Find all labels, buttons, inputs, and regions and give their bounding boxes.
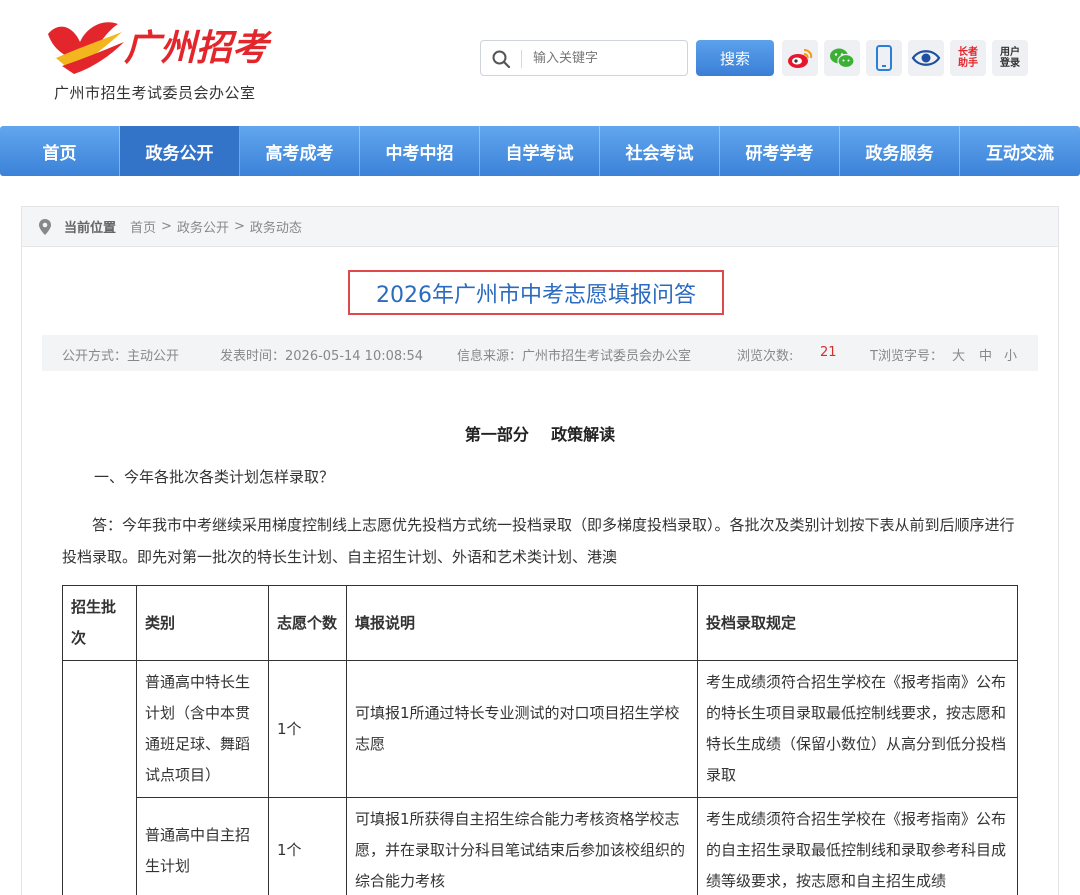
logo-text: 广州招考 xyxy=(124,27,272,69)
nav-item-4[interactable]: 自学考试 xyxy=(480,126,600,176)
user-login-button[interactable]: 用户登录 xyxy=(992,40,1028,76)
font-large-button[interactable]: 大 xyxy=(952,345,965,364)
search-separator xyxy=(521,50,522,68)
table-header-cell: 投档录取规定 xyxy=(697,585,1018,661)
eye-icon xyxy=(911,50,941,66)
table-cell-desc: 可填报1所获得自主招生综合能力考核资格学校志愿，并在录取计分科目笔试结束后参加该… xyxy=(346,797,698,895)
meta-publish-time: 发表时间：2026-05-14 10:08:54 xyxy=(220,349,424,364)
table-header-cell: 招生批次 xyxy=(62,585,137,661)
nav-item-7[interactable]: 政务服务 xyxy=(840,126,960,176)
breadcrumb-sep: > xyxy=(161,219,172,234)
section-heading: 第一部分 政策解读 xyxy=(464,425,616,444)
meta-views-count: 21 xyxy=(820,345,837,360)
question-1: 一、今年各批次各类计划怎样录取？ xyxy=(94,468,335,486)
meta-font-size-label: T浏览字号： xyxy=(870,349,943,364)
article-title-box: 2026年广州市中考志愿填报问答 xyxy=(348,270,724,315)
table-header-row: 招生批次 类别 志愿个数 填报说明 投档录取规定 xyxy=(62,585,1018,661)
weibo-icon xyxy=(788,49,813,68)
nav-item-1[interactable]: 政务公开 xyxy=(120,126,240,176)
table-header-cell: 类别 xyxy=(136,585,269,661)
article-meta: 公开方式：主动公开 发表时间：2026-05-14 10:08:54 信息来源：… xyxy=(42,335,1038,371)
wechat-button[interactable] xyxy=(824,40,860,76)
search-input[interactable] xyxy=(533,47,681,69)
answer-1: 答：今年我市中考继续采用梯度控制线上志愿优先投档方式统一投档录取（即多梯度投档录… xyxy=(62,516,1015,566)
site-header: 广州招考 广州市招生考试委员会办公室 搜索 xyxy=(0,0,1080,126)
table-header-cell: 志愿个数 xyxy=(268,585,347,661)
logo-flower-icon: 广州招考 xyxy=(48,22,272,74)
meta-open-mode: 公开方式：主动公开 xyxy=(62,349,180,364)
table-cell-category: 普通高中自主招生计划 xyxy=(136,797,269,895)
breadcrumb-label: 当前位置 xyxy=(64,221,117,236)
nav-item-6[interactable]: 研考学考 xyxy=(720,126,840,176)
mobile-button[interactable] xyxy=(866,40,902,76)
table-cell-rule: 考生成绩须符合招生学校在《报考指南》公布的特长生项目录取最低控制线要求，按志愿和… xyxy=(697,660,1018,798)
table-cell-batch xyxy=(62,660,137,895)
meta-views-label: 浏览次数: xyxy=(737,349,794,364)
article-title: 2026年广州市中考志愿填报问答 xyxy=(376,282,696,308)
table-cell-count: 1个 xyxy=(268,797,347,895)
search-box xyxy=(480,40,688,76)
weibo-button[interactable] xyxy=(782,40,818,76)
meta-source: 信息来源：广州市招生考试委员会办公室 xyxy=(457,349,692,364)
user-login-label: 用户登录 xyxy=(1000,47,1020,69)
table-header-cell: 填报说明 xyxy=(346,585,698,661)
search-icon xyxy=(492,50,511,69)
nav-item-2[interactable]: 高考成考 xyxy=(240,126,360,176)
breadcrumb: 当前位置 首页 > 政务公开 > 政务动态 xyxy=(22,207,1058,247)
breadcrumb-gov[interactable]: 政务公开 xyxy=(177,217,229,236)
breadcrumb-news[interactable]: 政务动态 xyxy=(250,217,302,236)
nav-item-0[interactable]: 首页 xyxy=(0,126,120,176)
site-logo[interactable]: 广州招考 xyxy=(40,12,280,82)
mobile-icon xyxy=(876,45,892,71)
table-cell-desc: 可填报1所通过特长专业测试的对口项目招生学校志愿 xyxy=(346,660,698,798)
table-cell-category: 普通高中特长生计划（含中本贯通班足球、舞蹈试点项目） xyxy=(136,660,269,798)
breadcrumb-sep: > xyxy=(233,219,245,234)
table-row: 普通高中自主招生计划 1个 可填报1所获得自主招生综合能力考核资格学校志愿，并在… xyxy=(63,797,1018,895)
table-cell-rule: 考生成绩须符合招生学校在《报考指南》公布的自主招生录取最低控制线和录取参考科目成… xyxy=(697,797,1018,895)
table-row: 普通高中特长生计划（含中本贯通班足球、舞蹈试点项目） 1个 可填报1所通过特长专… xyxy=(62,660,1018,895)
nav-item-3[interactable]: 中考中招 xyxy=(360,126,480,176)
content-frame: 当前位置 首页 > 政务公开 > 政务动态 2026年广州市中考志愿填报问答 公… xyxy=(21,206,1059,895)
location-pin-icon xyxy=(39,218,51,235)
font-medium-button[interactable]: 中 xyxy=(979,345,992,364)
wechat-icon xyxy=(830,48,855,69)
nav-item-5[interactable]: 社会考试 xyxy=(600,126,720,176)
elder-assistant-button[interactable]: 长者助手 xyxy=(950,40,986,76)
admission-table: 招生批次 类别 志愿个数 填报说明 投档录取规定 普通高中特长生计划（含中本贯通… xyxy=(62,585,1018,895)
font-small-button[interactable]: 小 xyxy=(1004,345,1017,364)
site-subtitle: 广州市招生考试委员会办公室 xyxy=(54,84,256,102)
nav-item-8[interactable]: 互动交流 xyxy=(960,126,1080,176)
elder-assistant-label: 长者助手 xyxy=(958,47,978,69)
search-button[interactable]: 搜索 xyxy=(696,40,774,76)
table-cell-count: 1个 xyxy=(268,660,347,798)
accessibility-button[interactable] xyxy=(908,40,944,76)
breadcrumb-home[interactable]: 首页 xyxy=(130,217,156,236)
main-nav: 首页 政务公开 高考成考 中考中招 自学考试 社会考试 研考学考 政务服务 互动交流 xyxy=(0,126,1080,176)
